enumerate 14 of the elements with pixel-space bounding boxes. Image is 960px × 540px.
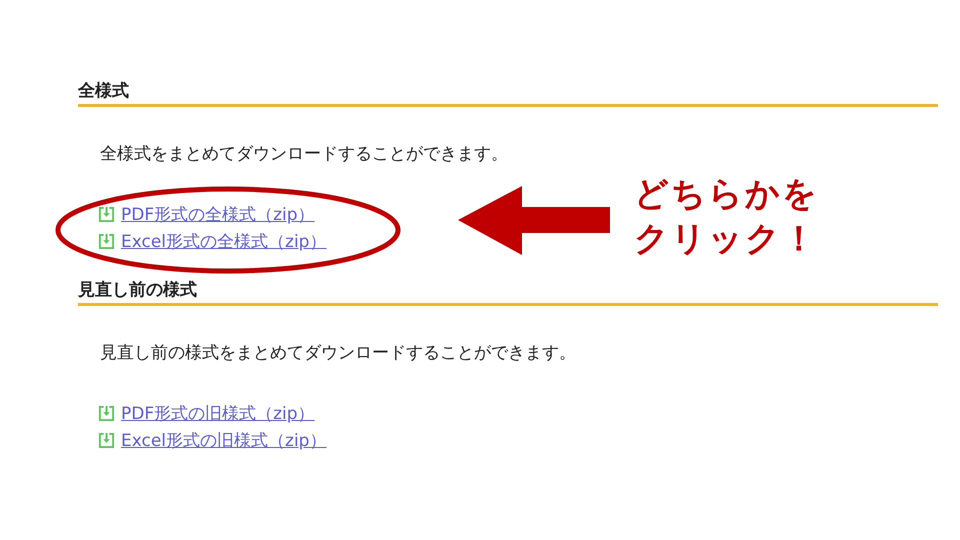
download-icon: [98, 206, 115, 223]
description-text: 見直し前の様式をまとめてダウンロードすることができます。: [100, 342, 577, 364]
description-text: 全様式をまとめてダウンロードすることができます。: [100, 143, 509, 165]
section-heading: 全様式: [78, 78, 938, 107]
download-icon: [98, 233, 115, 250]
download-link[interactable]: Excel形式の旧様式（zip）: [121, 429, 326, 452]
section-heading: 見直し前の様式: [78, 277, 938, 306]
download-link[interactable]: PDF形式の全様式（zip）: [121, 203, 315, 226]
callout-text: どちらかを: [634, 173, 819, 216]
download-icon: [98, 405, 115, 422]
callout-text: クリック！: [634, 218, 819, 261]
download-icon: [98, 432, 115, 449]
download-link[interactable]: Excel形式の全様式（zip）: [121, 230, 326, 253]
download-link[interactable]: PDF形式の旧様式（zip）: [121, 402, 315, 425]
